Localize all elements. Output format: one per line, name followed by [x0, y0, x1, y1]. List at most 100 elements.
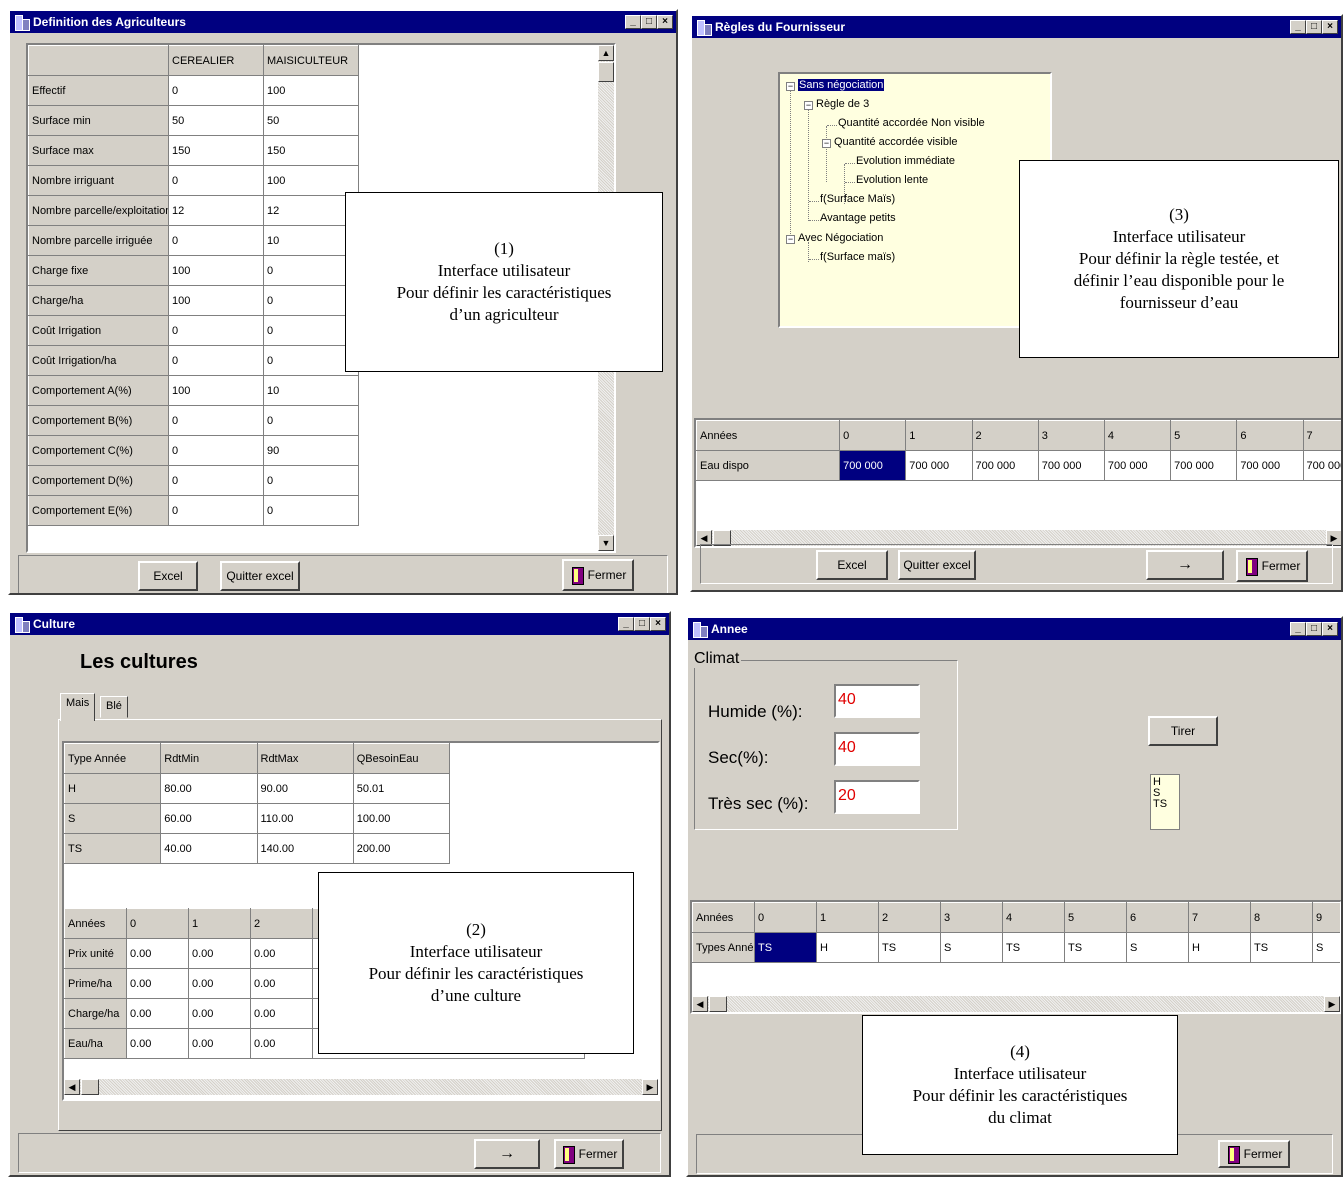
table-cell[interactable]: 0 [168, 465, 264, 496]
close-button[interactable]: Fermer [1236, 550, 1308, 582]
horizontal-scrollbar[interactable]: ◀ ▶ [692, 996, 1340, 1012]
table-cell[interactable]: 0 [168, 495, 264, 526]
minimize-icon[interactable]: _ [1290, 20, 1306, 34]
minimize-icon[interactable]: _ [618, 617, 634, 631]
table-cell[interactable]: 700 000 [1037, 450, 1105, 481]
table-cell[interactable]: 50 [168, 105, 264, 136]
table-cell[interactable]: 700 000 [839, 450, 907, 481]
table-cell[interactable]: 0.00 [126, 938, 189, 969]
scroll-thumb[interactable] [709, 996, 727, 1012]
tres-sec-input[interactable]: 20 [834, 780, 920, 814]
table-cell[interactable]: 0 [263, 495, 359, 526]
table-cell[interactable]: 700 000 [1103, 450, 1172, 481]
table-cell[interactable]: 100 [168, 375, 264, 406]
table-cell[interactable]: 0 [168, 435, 264, 466]
table-cell[interactable]: 140.00 [256, 833, 354, 864]
scroll-right-icon[interactable]: ▶ [642, 1079, 658, 1095]
scroll-thumb[interactable] [81, 1079, 99, 1095]
scroll-thumb[interactable] [598, 62, 614, 82]
table-cell[interactable]: 0.00 [250, 998, 313, 1029]
table-cell[interactable]: 0.00 [126, 1028, 189, 1059]
table-cell[interactable]: 0.00 [126, 968, 189, 999]
table-cell[interactable]: 100.00 [352, 803, 451, 834]
maximize-icon[interactable]: □ [634, 617, 650, 631]
tree-node[interactable]: Règle de 3 [816, 98, 869, 110]
table-cell[interactable]: TS [1250, 932, 1313, 963]
year-type-list[interactable]: H S TS [1150, 774, 1180, 830]
title-bar[interactable]: Annee _ □ × [688, 618, 1341, 640]
close-icon[interactable]: × [650, 617, 666, 631]
minimize-icon[interactable]: _ [625, 15, 641, 29]
table-cell[interactable]: H [1188, 932, 1251, 963]
humide-input[interactable]: 40 [834, 684, 920, 718]
table-cell[interactable]: 80.00 [160, 773, 258, 804]
table-cell[interactable]: TS [1002, 932, 1065, 963]
table-cell[interactable]: 150 [168, 135, 264, 166]
table-cell[interactable]: 90.00 [256, 773, 354, 804]
close-button[interactable]: Fermer [1218, 1140, 1290, 1168]
tab-ble[interactable]: Blé [100, 696, 128, 718]
table-cell[interactable]: 50.01 [352, 773, 451, 804]
tree-node[interactable]: Evolution lente [856, 174, 928, 186]
table-cell[interactable]: 200.00 [352, 833, 451, 864]
table-cell[interactable]: 100 [263, 165, 359, 196]
list-item[interactable]: TS [1153, 799, 1177, 810]
excel-button[interactable]: Excel [816, 550, 888, 580]
table-cell[interactable]: TS [754, 932, 817, 963]
table-cell[interactable]: 110.00 [256, 803, 354, 834]
table-cell[interactable]: 700 000 [1170, 450, 1238, 481]
collapse-icon[interactable]: − [786, 235, 795, 244]
table-cell[interactable]: 100 [168, 285, 264, 316]
title-bar[interactable]: Règles du Fournisseur _ □ × [692, 16, 1341, 38]
tirer-button[interactable]: Tirer [1148, 716, 1218, 746]
tree-node[interactable]: Quantité accordée Non visible [838, 117, 985, 129]
table-cell[interactable]: 0.00 [188, 1028, 251, 1059]
scroll-left-icon[interactable]: ◀ [692, 996, 708, 1012]
table-cell[interactable]: H [816, 932, 879, 963]
table-cell[interactable]: 0.00 [188, 998, 251, 1029]
table-cell[interactable]: 0.00 [250, 968, 313, 999]
collapse-icon[interactable]: − [822, 139, 831, 148]
table-cell[interactable]: S [940, 932, 1003, 963]
sec-input[interactable]: 40 [834, 732, 920, 766]
minimize-icon[interactable]: _ [1290, 622, 1306, 636]
close-button[interactable]: Fermer [562, 559, 634, 591]
table-cell[interactable]: 60.00 [160, 803, 258, 834]
tree-node[interactable]: Evolution immédiate [856, 155, 955, 167]
tree-node[interactable]: Sans négociation [798, 79, 885, 91]
table-cell[interactable]: 700 000 [1236, 450, 1304, 481]
table-cell[interactable]: S [1126, 932, 1189, 963]
excel-button[interactable]: Excel [138, 561, 198, 591]
table-cell[interactable]: 0 [168, 405, 264, 436]
table-cell[interactable]: 12 [168, 195, 264, 226]
table-cell[interactable]: 0.00 [126, 998, 189, 1029]
tree-node[interactable]: Quantité accordée visible [834, 136, 958, 148]
table-cell[interactable]: 50 [263, 105, 359, 136]
table-cell[interactable]: 150 [263, 135, 359, 166]
table-cell[interactable]: 0 [168, 315, 264, 346]
scroll-left-icon[interactable]: ◀ [64, 1079, 80, 1095]
collapse-icon[interactable]: − [804, 101, 813, 110]
table-cell[interactable]: S [1312, 932, 1340, 963]
table-cell[interactable]: 0 [168, 225, 264, 256]
close-icon[interactable]: × [1322, 20, 1338, 34]
quit-excel-button[interactable]: Quitter excel [220, 561, 300, 591]
table-cell[interactable]: 0.00 [188, 968, 251, 999]
maximize-icon[interactable]: □ [641, 15, 657, 29]
collapse-icon[interactable]: − [786, 82, 795, 91]
title-bar[interactable]: Culture _ □ × [10, 613, 669, 635]
table-cell[interactable]: 700 000 [1302, 450, 1341, 481]
table-cell[interactable]: TS [878, 932, 941, 963]
close-icon[interactable]: × [1322, 622, 1338, 636]
maximize-icon[interactable]: □ [1306, 20, 1322, 34]
scroll-right-icon[interactable]: ▶ [1324, 996, 1340, 1012]
table-cell[interactable]: 100 [263, 75, 359, 106]
next-arrow-button[interactable]: → [1146, 550, 1224, 580]
table-cell[interactable]: 0.00 [250, 938, 313, 969]
tree-node[interactable]: Avec Négociation [798, 232, 883, 244]
close-button[interactable]: Fermer [554, 1139, 624, 1169]
scroll-up-icon[interactable]: ▲ [598, 45, 614, 61]
horizontal-scrollbar[interactable]: ◀ ▶ [64, 1079, 658, 1095]
tab-mais[interactable]: Mais [60, 693, 96, 721]
next-arrow-button[interactable]: → [474, 1139, 540, 1169]
